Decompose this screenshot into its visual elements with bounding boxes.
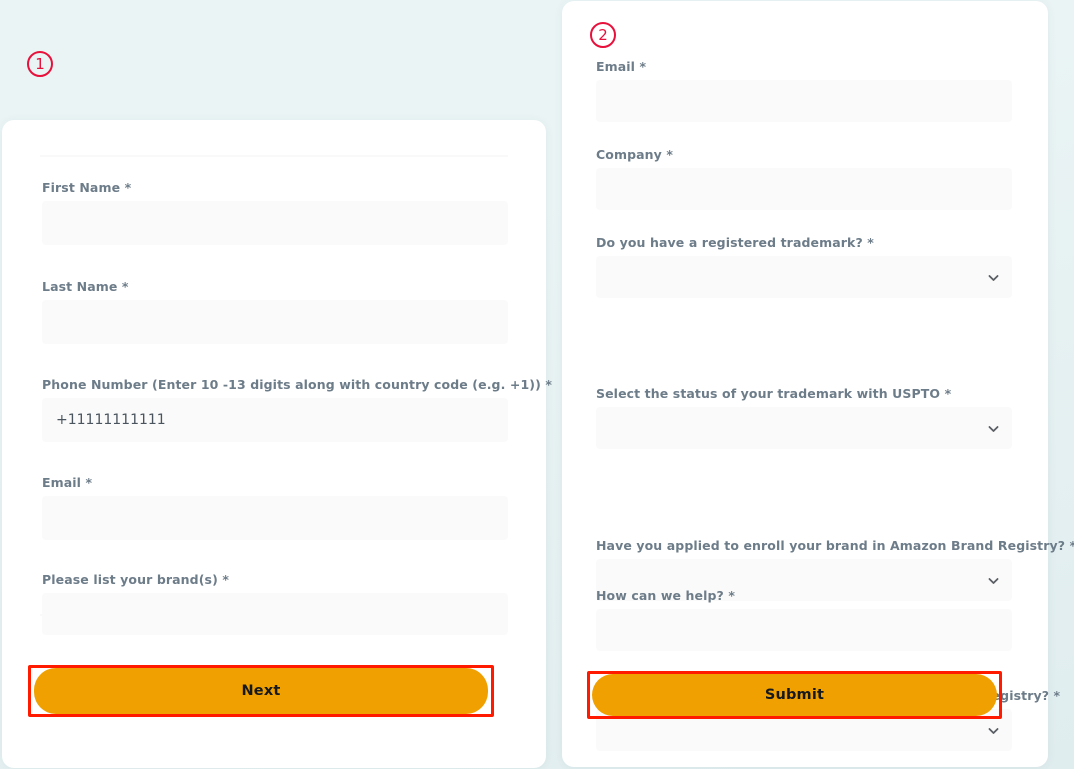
input-how-can-we-help[interactable] <box>596 609 1012 651</box>
label-registered-trademark: Do you have a registered trademark? * <box>596 235 874 250</box>
field-how-can-we-help: How can we help? * <box>596 588 1012 651</box>
label-phone-number: Phone Number (Enter 10 -13 digits along … <box>42 377 552 392</box>
field-step2-email: Email * <box>596 59 1012 122</box>
select-registered-trademark[interactable] <box>596 256 1012 298</box>
field-registered-trademark: Do you have a registered trademark? * <box>596 235 1012 298</box>
field-phone-number: Phone Number (Enter 10 -13 digits along … <box>42 377 552 442</box>
input-company[interactable] <box>596 168 1012 210</box>
label-last-name: Last Name * <box>42 279 129 294</box>
input-phone-number[interactable]: +11111111111 <box>42 398 508 442</box>
input-last-name[interactable] <box>42 300 508 344</box>
field-last-name: Last Name * <box>42 279 508 344</box>
input-email[interactable] <box>42 496 508 540</box>
step-2-form-card: Email * Company * Do you have a register… <box>562 1 1074 767</box>
input-first-name[interactable] <box>42 201 508 245</box>
field-first-name: First Name * <box>42 180 508 245</box>
step-2-annotation-badge: 2 <box>590 22 616 48</box>
submit-button-highlight <box>587 671 1002 719</box>
select-uspto-status[interactable] <box>596 407 1012 449</box>
step-1-annotation-badge: 1 <box>27 51 53 77</box>
field-email: Email * <box>42 475 508 540</box>
input-step2-email[interactable] <box>596 80 1012 122</box>
label-uspto-status: Select the status of your trademark with… <box>596 386 952 401</box>
label-company: Company * <box>596 147 674 162</box>
label-first-name: First Name * <box>42 180 132 195</box>
field-company: Company * <box>596 147 1012 210</box>
label-how-can-we-help: How can we help? * <box>596 588 735 603</box>
ghost-divider-top <box>40 155 508 157</box>
label-brands: Please list your brand(s) * <box>42 572 229 587</box>
field-uspto-status: Select the status of your trademark with… <box>596 386 1012 449</box>
next-button-highlight <box>28 665 494 717</box>
label-email: Email * <box>42 475 93 490</box>
input-brands[interactable] <box>42 593 508 635</box>
field-brands: Please list your brand(s) * <box>42 572 508 635</box>
label-step2-email: Email * <box>596 59 647 74</box>
step-1-annotation-number: 1 <box>35 54 45 73</box>
label-brand-registry-enrolled: Have you applied to enroll your brand in… <box>596 538 1074 553</box>
step-2-annotation-number: 2 <box>598 25 608 44</box>
